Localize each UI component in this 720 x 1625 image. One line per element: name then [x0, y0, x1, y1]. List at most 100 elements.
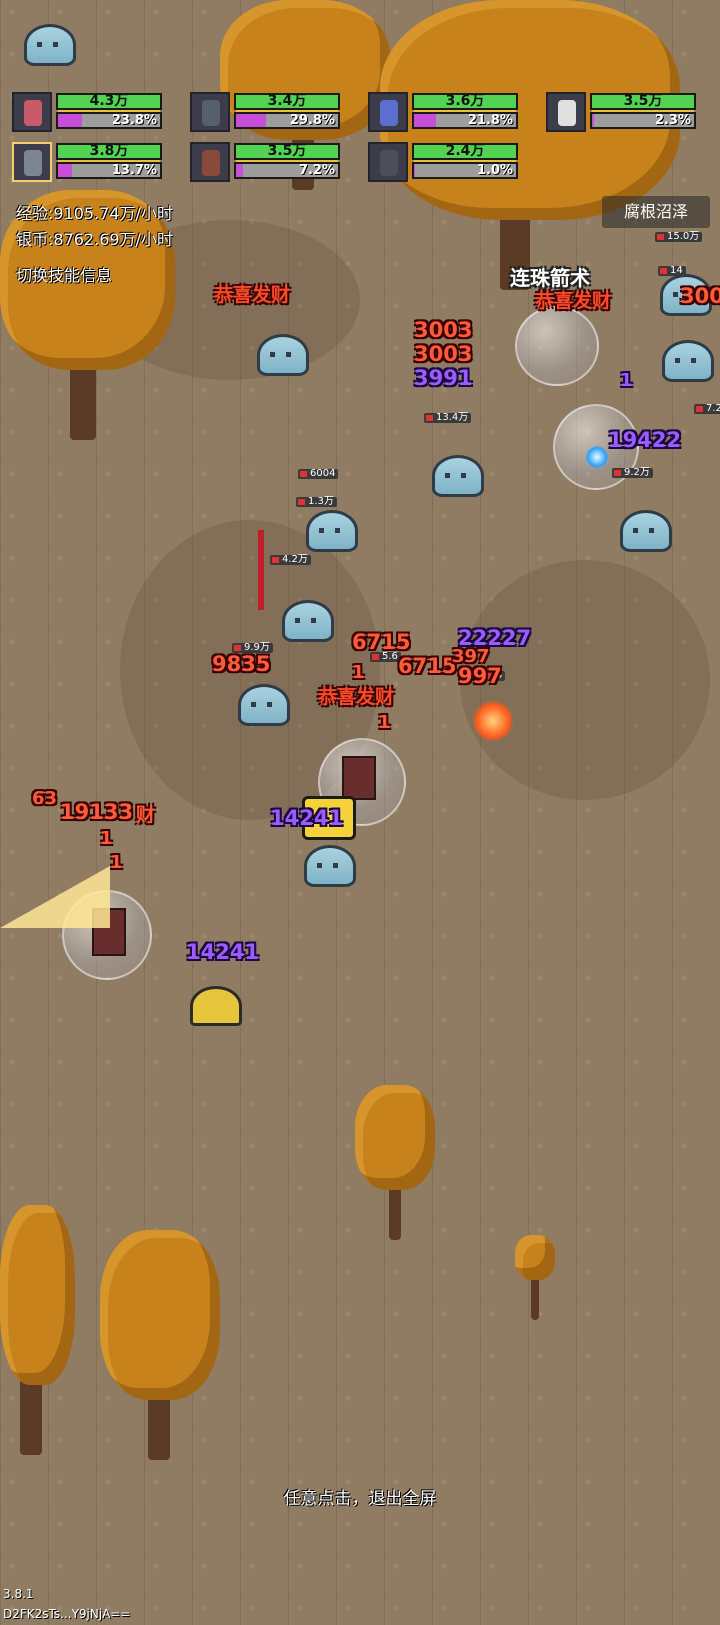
hero-figure-icon [24, 150, 42, 176]
autumn-tree [0, 1205, 75, 1455]
damage-number: 6715 [352, 630, 411, 654]
mp-bar-fill [236, 114, 267, 127]
slime-enemy[interactable] [238, 684, 290, 726]
damage-number: 397 [452, 646, 490, 667]
damage-number: 14241 [270, 806, 344, 830]
hero-portrait-avatar[interactable] [190, 92, 230, 132]
enemy-hp-bar: 13.4万 [424, 413, 472, 423]
slime-enemy[interactable] [620, 510, 672, 552]
damage-number: 3003 [680, 284, 720, 308]
hp-bar: 2.4万 [412, 143, 518, 160]
mp-percent: 2.3% [654, 113, 691, 128]
hero-figure-icon [558, 100, 576, 126]
slime-enemy[interactable] [304, 845, 356, 887]
mp-bar-fill [236, 164, 244, 177]
device-id: D2FK2sTs...Y9jNjA== [3, 1607, 131, 1621]
mp-percent: 13.7% [111, 163, 157, 178]
party-member-card[interactable]: 3.6万 21.8% [368, 92, 528, 136]
exp-rate: 经验:9105.74万/小时 [16, 204, 173, 223]
hp-bar: 3.6万 [412, 93, 518, 110]
hero-portrait-avatar[interactable] [368, 92, 408, 132]
damage-number: 6715 [398, 654, 457, 678]
hp-bar: 3.8万 [56, 143, 162, 160]
exit-fullscreen-hint[interactable]: 任意点击，退出全屏 [0, 1484, 720, 1509]
hero-figure-icon [380, 150, 398, 176]
mp-percent: 21.8% [467, 113, 513, 128]
hero-figure-icon [24, 100, 42, 126]
mp-percent: 23.8% [111, 113, 157, 128]
mp-bar-fill [414, 164, 416, 177]
mp-percent: 7.2% [298, 163, 335, 178]
mp-bar: 21.8% [412, 112, 518, 129]
hp-bar: 3.5万 [234, 143, 340, 160]
enemy-hp-bar: 7.2 [694, 404, 720, 414]
damage-number: 14241 [186, 940, 260, 964]
silver-rate: 银币:8762.69万/小时 [16, 230, 173, 249]
enemy-hp-bar: 14 [658, 266, 686, 276]
damage-number: 1 [100, 828, 113, 849]
hero-figure-icon [202, 100, 220, 126]
party-member-card[interactable]: 4.3万 23.8% [12, 92, 172, 136]
damage-number: 9835 [212, 652, 271, 676]
autumn-tree [355, 1085, 435, 1240]
mp-percent: 1.0% [476, 163, 513, 178]
enemy-hp-bar: 4.2万 [270, 555, 311, 565]
damage-number: 63 [32, 788, 58, 809]
damage-number: 19422 [608, 428, 682, 452]
mp-bar-fill [58, 164, 72, 177]
hero-figure-icon [380, 100, 398, 126]
enemy-hp-bar: 9.2万 [612, 468, 653, 478]
damage-number: 1 [620, 370, 633, 391]
hero-portrait-avatar[interactable] [12, 142, 52, 182]
damage-number: 财 [136, 804, 156, 826]
enemy-hp-bar: 6004 [298, 469, 339, 479]
mp-bar: 7.2% [234, 162, 340, 179]
shield-bubble [515, 306, 599, 386]
hero-portrait-avatar[interactable] [12, 92, 52, 132]
party-member-card[interactable]: 3.5万 7.2% [190, 142, 350, 186]
enemy-hp-bar: 1.3万 [296, 497, 337, 507]
hp-bar: 3.5万 [590, 93, 696, 110]
slime-enemy[interactable] [257, 334, 309, 376]
hero-portrait-avatar[interactable] [368, 142, 408, 182]
hero-figure-icon [202, 150, 220, 176]
damage-number: 1 [352, 662, 365, 683]
slime-enemy[interactable] [432, 455, 484, 497]
hp-bar: 3.4万 [234, 93, 340, 110]
skill-name: 连珠箭术 [510, 266, 590, 290]
fire-burst-effect [472, 700, 514, 742]
mp-bar: 1.0% [412, 162, 518, 179]
slime-enemy[interactable] [662, 340, 714, 382]
damage-number: 3991 [414, 366, 473, 390]
sapling [515, 1235, 555, 1320]
slime-enemy[interactable] [282, 600, 334, 642]
party-member-card[interactable]: 2.4万 1.0% [368, 142, 528, 186]
zone-name: 腐根沼泽 [602, 196, 710, 228]
party-member-card[interactable]: 3.5万 2.3% [546, 92, 706, 136]
damage-number: 1 [378, 712, 391, 733]
toggle-skill-info-button[interactable]: 切换技能信息 [10, 258, 118, 290]
damage-number: 3003 [414, 318, 473, 342]
mp-bar-fill [592, 114, 595, 127]
golden-slime-enemy[interactable] [190, 986, 242, 1026]
energy-orb-effect [586, 446, 608, 468]
party-member-card[interactable]: 3.8万 13.7% [12, 142, 172, 186]
damage-number: 1 [110, 852, 123, 873]
hero-portrait-avatar[interactable] [190, 142, 230, 182]
hero-portrait-avatar[interactable] [546, 92, 586, 132]
damage-number: 997 [458, 664, 502, 688]
mp-bar: 13.7% [56, 162, 162, 179]
hp-bar: 4.3万 [56, 93, 162, 110]
mp-bar: 23.8% [56, 112, 162, 129]
lucky-text: 恭喜发财 [214, 284, 291, 306]
mp-bar: 2.3% [590, 112, 696, 129]
version-label: 3.8.1 [3, 1587, 34, 1601]
autumn-tree [100, 1230, 220, 1460]
party-member-card[interactable]: 3.4万 29.8% [190, 92, 350, 136]
lucky-text: 恭喜发财 [318, 686, 395, 708]
mp-percent: 29.8% [289, 113, 335, 128]
slime-enemy[interactable] [306, 510, 358, 552]
damage-number: 3003 [414, 342, 473, 366]
slime-enemy[interactable] [24, 24, 76, 66]
damage-number: 19133 [60, 800, 134, 824]
